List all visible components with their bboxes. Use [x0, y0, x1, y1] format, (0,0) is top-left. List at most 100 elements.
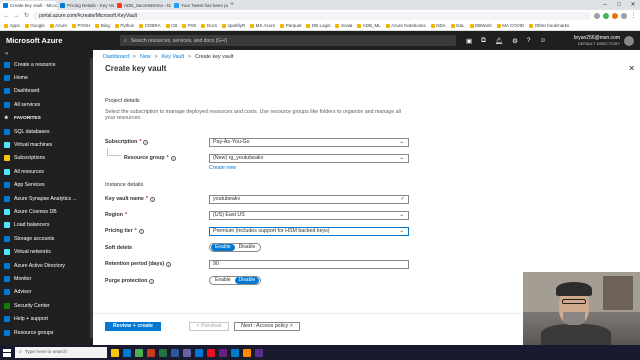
region-select[interactable]: (US) East US ⌄: [209, 211, 409, 220]
sidebar-item-storage-accounts[interactable]: Storage accounts: [0, 232, 93, 245]
info-icon[interactable]: i: [166, 261, 172, 267]
forward-icon[interactable]: →: [13, 13, 20, 19]
info-icon[interactable]: i: [170, 155, 176, 161]
chrome-icon[interactable]: [135, 348, 143, 357]
sidebar-item-resource-groups[interactable]: Resource groups: [0, 326, 93, 339]
account-menu[interactable]: bryan256@msn.com DEFAULT DIRECTORY: [574, 35, 624, 47]
app-icon[interactable]: [243, 348, 251, 357]
teams-icon[interactable]: [183, 348, 191, 357]
browser-tab[interactable]: Create key vault - Microsoft Azu✕: [0, 1, 57, 10]
sidebar-item-advisor[interactable]: Advisor: [0, 286, 93, 299]
info-icon[interactable]: i: [138, 228, 144, 234]
profile-icon[interactable]: [621, 12, 627, 19]
sidebar-item-security-center[interactable]: Security Center: [0, 299, 93, 312]
vscode-icon[interactable]: [231, 348, 239, 357]
breadcrumb-dashboard[interactable]: Dashboard: [103, 54, 129, 60]
bookmark-item[interactable]: Docs: [201, 23, 217, 28]
bookmark-item[interactable]: Other bookmarks: [529, 23, 569, 28]
powerpoint-icon[interactable]: [147, 348, 155, 357]
purge-protection-toggle[interactable]: Enable Disable: [209, 276, 262, 285]
bookmark-item[interactable]: Apps: [4, 23, 20, 28]
breadcrumb-key-vault[interactable]: Key Vault: [162, 54, 184, 60]
bookmark-item[interactable]: DB Login: [306, 23, 330, 28]
bookmark-item[interactable]: Azure Notebooks: [385, 23, 426, 28]
resource-group-select[interactable]: (New) rg_youtubeakv ⌄: [209, 154, 409, 163]
sidebar-item-monitor[interactable]: Monitor: [0, 272, 93, 285]
sidebar-item-azure-active-directory[interactable]: Azure Active Directory: [0, 259, 93, 272]
purge-disable-option[interactable]: Disable: [234, 277, 260, 284]
help-icon[interactable]: ?: [527, 37, 531, 45]
bookmark-item[interactable]: Scala: [335, 23, 352, 28]
key-vault-name-input[interactable]: youtubeakv ✓: [209, 195, 409, 204]
pricing-tier-select[interactable]: Premium (includes support for HSM backed…: [209, 227, 409, 236]
windows-start-icon[interactable]: [3, 348, 11, 357]
file-explorer-icon[interactable]: [111, 348, 119, 357]
soft-delete-toggle[interactable]: Enable Disable: [209, 243, 262, 252]
retention-period-input[interactable]: 90: [209, 260, 409, 269]
edge-icon[interactable]: [123, 348, 131, 357]
app-icon[interactable]: [255, 348, 263, 357]
bookmark-item[interactable]: MA COVID: [496, 23, 524, 28]
maximize-icon[interactable]: □: [612, 0, 626, 10]
bookmark-item[interactable]: CDBRA: [139, 23, 161, 28]
bookmark-item[interactable]: Bing: [95, 23, 110, 28]
bookmark-item[interactable]: Python: [114, 23, 134, 28]
sidebar-item-all-resources[interactable]: All resources: [0, 165, 93, 178]
close-window-icon[interactable]: ✕: [626, 0, 640, 10]
info-icon[interactable]: i: [149, 278, 155, 284]
excel-icon[interactable]: [159, 348, 167, 357]
taskbar-search-input[interactable]: ⌕ Type here to search: [15, 347, 107, 358]
word-icon[interactable]: [171, 348, 179, 357]
extension-icon[interactable]: [612, 12, 618, 19]
bookmark-item[interactable]: CB: [165, 23, 177, 28]
sidebar-item-subscriptions[interactable]: Subscriptions: [0, 152, 93, 165]
bookmark-item[interactable]: MS Azure: [250, 23, 275, 28]
next-access-policy-button[interactable]: Next : Access policy >: [234, 322, 300, 331]
address-bar[interactable]: portal.azure.com/#create/Microsoft.KeyVa…: [33, 11, 591, 20]
info-icon[interactable]: i: [149, 196, 155, 202]
settings-icon[interactable]: ⚙: [512, 37, 518, 45]
brand-logo[interactable]: Microsoft Azure: [0, 36, 120, 45]
bookmark-item[interactable]: PSh: [182, 23, 196, 28]
bookmark-item[interactable]: Azure: [49, 23, 67, 28]
extension-icon[interactable]: [603, 12, 609, 19]
star-icon[interactable]: [594, 12, 600, 19]
soft-delete-disable-option[interactable]: Disable: [235, 244, 260, 251]
cloud-shell-icon[interactable]: ▣: [466, 37, 472, 45]
sidebar-item-help-support[interactable]: Help + support: [0, 312, 93, 325]
purge-enable-option[interactable]: Enable: [211, 277, 235, 284]
sidebar-item-azure-cosmos-db[interactable]: Azure Cosmos DB: [0, 205, 93, 218]
soft-delete-enable-option[interactable]: Enable: [211, 244, 235, 251]
feedback-icon[interactable]: ☺: [540, 37, 547, 45]
sidebar-item-app-services[interactable]: App Services: [0, 179, 93, 192]
previous-button[interactable]: < Previous: [189, 322, 229, 331]
info-icon[interactable]: i: [143, 139, 149, 145]
subscription-select[interactable]: Pay-As-You-Go ⌄: [209, 138, 409, 147]
reload-icon[interactable]: ↻: [23, 12, 30, 19]
minimize-icon[interactable]: –: [598, 0, 612, 10]
menu-icon[interactable]: ⋮: [630, 12, 637, 19]
sidebar-item-virtual-networks[interactable]: Virtual networks: [0, 245, 93, 258]
back-icon[interactable]: ←: [3, 13, 10, 19]
sidebar-item-sql-databases[interactable]: SQL databases: [0, 125, 93, 138]
collapse-menu-icon[interactable]: «: [0, 50, 93, 58]
bookmark-item[interactable]: POSH: [72, 23, 90, 28]
create-new-link[interactable]: Create new: [209, 165, 236, 171]
bookmark-item[interactable]: Parquet: [280, 23, 301, 28]
sidebar-item-home[interactable]: Home: [0, 71, 93, 84]
breadcrumb-new[interactable]: New: [140, 54, 151, 60]
browser-tab[interactable]: ADB_SecretsDemo - Databricks✕: [114, 1, 171, 10]
sidebar-item-azure-synapse-analytics[interactable]: Azure Synapse Analytics ...: [0, 192, 93, 205]
global-search-input[interactable]: ⌕ Search resources, services, and docs (…: [120, 35, 456, 46]
bookmark-item[interactable]: DaL: [450, 23, 465, 28]
notifications-icon[interactable]: 🔔︎: [495, 37, 503, 45]
sidebar-item-all-services[interactable]: All services: [0, 98, 93, 111]
bookmark-item[interactable]: Google: [24, 23, 45, 28]
outlook-icon[interactable]: [195, 348, 203, 357]
close-icon[interactable]: ✕: [628, 64, 635, 73]
bookmark-item[interactable]: ADB_ML: [357, 23, 381, 28]
sidebar-item-load-balancers[interactable]: Load balancers: [0, 219, 93, 232]
app-icon[interactable]: [207, 348, 215, 357]
sidebar-item-virtual-machines[interactable]: Virtual machines: [0, 138, 93, 151]
bookmark-item[interactable]: DBWork: [469, 23, 492, 28]
